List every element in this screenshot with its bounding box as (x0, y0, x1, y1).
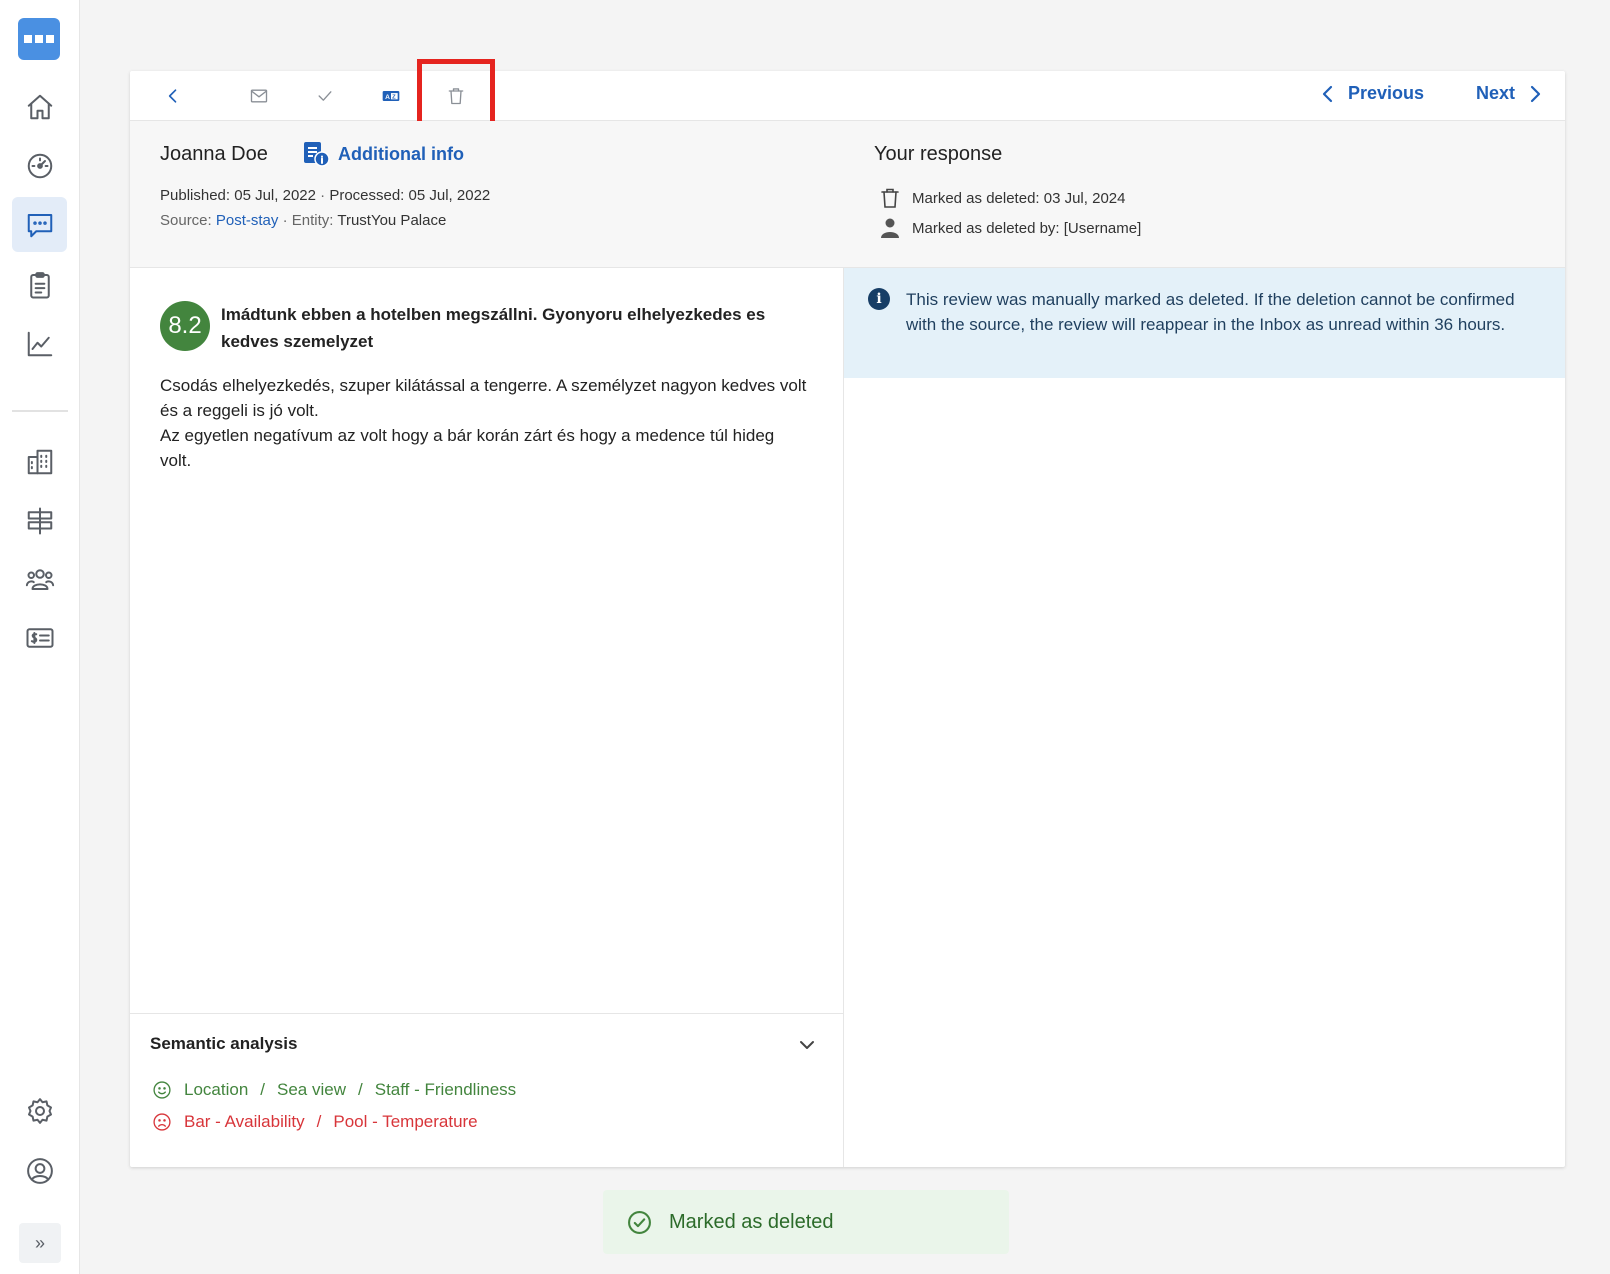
processed-date: 05 Jul, 2022 (408, 187, 491, 204)
chevron-down-icon[interactable] (798, 1036, 816, 1054)
review-toolbar: AZ Previous Next (130, 59, 1565, 133)
mail-icon[interactable] (244, 81, 274, 111)
sidebar: » (0, 0, 80, 1274)
trash-icon (881, 188, 899, 208)
review-title: Imádtunk ebben a hotelben megszállni. Gy… (221, 305, 766, 351)
check-circle-icon (628, 1211, 651, 1234)
response-header: Your response Marked as deleted: 03 Jul,… (844, 121, 1565, 268)
review-body-paragraph: Az egyetlen negatívum az volt hogy a bár… (160, 426, 775, 470)
smiley-happy-icon (153, 1081, 171, 1099)
deletion-info-text: This review was manually marked as delet… (906, 290, 1515, 334)
review-body: Csodás elhelyezkedés, szuper kilátással … (160, 373, 810, 473)
topic-tag[interactable]: Pool - Temperature (333, 1112, 477, 1132)
signpost-icon[interactable] (12, 493, 67, 548)
topic-separator: / (316, 1112, 322, 1131)
published-label: Published: (160, 187, 231, 204)
response-title: Your response (874, 143, 1003, 165)
published-date: 05 Jul, 2022 (234, 187, 316, 204)
double-chevron-right-icon: » (34, 1232, 45, 1253)
deleted-by-text: Marked as deleted by: [Username] (912, 219, 1142, 237)
reviews-chat-icon[interactable] (12, 197, 67, 252)
svg-text:A: A (385, 94, 390, 101)
previous-button[interactable]: Previous (1320, 83, 1424, 104)
review-pane: Joanna Doe Additional info Published: 05… (130, 121, 844, 1167)
negative-topics: Bar - Availability / Pool - Temperature (152, 1112, 478, 1132)
app-logo[interactable] (18, 18, 60, 60)
analytics-chart-icon[interactable] (12, 316, 67, 371)
sidebar-divider (12, 410, 68, 412)
next-button[interactable]: Next (1476, 83, 1543, 104)
smiley-sad-icon (153, 1113, 171, 1131)
semantic-analysis-panel: Semantic analysis Location / Sea view / … (130, 1013, 844, 1167)
billing-icon[interactable] (12, 610, 67, 665)
processed-label: Processed: (329, 187, 405, 204)
deleted-by-line: Marked as deleted by: [Username] (880, 217, 1141, 239)
review-dates: Published: 05 Jul, 2022 · Processed: 05 … (160, 187, 491, 204)
user-icon (881, 218, 899, 238)
topic-tag[interactable]: Bar - Availability (184, 1112, 305, 1132)
deletion-info-banner: i This review was manually marked as del… (844, 268, 1565, 378)
source-link[interactable]: Post-stay (216, 212, 279, 229)
success-toast: Marked as deleted (603, 1190, 1009, 1254)
additional-info-label: Additional info (338, 143, 464, 164)
source-label: Source: (160, 212, 212, 229)
chevron-left-icon (1322, 85, 1333, 102)
dashboard-icon[interactable] (12, 138, 67, 193)
topic-tag[interactable]: Sea view (277, 1080, 346, 1100)
review-source: Source: Post-stay · Entity: TrustYou Pal… (160, 212, 447, 229)
back-chevron-icon[interactable] (158, 81, 188, 111)
chevron-right-icon (1530, 85, 1541, 102)
review-detail-card: AZ Previous Next Joanna Doe Additional i… (130, 59, 1565, 1167)
review-body-paragraph: Csodás elhelyezkedés, szuper kilátással … (160, 376, 807, 420)
deleted-date-text: Marked as deleted: 03 Jul, 2024 (912, 189, 1126, 207)
positive-topics: Location / Sea view / Staff - Friendline… (152, 1080, 516, 1100)
topic-tag[interactable]: Staff - Friendliness (375, 1080, 516, 1100)
semantic-analysis-title: Semantic analysis (150, 1034, 298, 1053)
team-icon[interactable] (12, 551, 67, 606)
topic-separator: / (358, 1080, 363, 1099)
info-icon: i (868, 288, 890, 310)
topic-tag[interactable]: Location (184, 1080, 248, 1100)
entity-value: TrustYou Palace (337, 212, 447, 229)
buildings-icon[interactable] (12, 434, 67, 489)
additional-info-button[interactable]: Additional info (302, 141, 464, 167)
svg-text:Z: Z (392, 95, 396, 101)
topic-separator: / (260, 1080, 266, 1099)
document-info-icon (304, 142, 330, 167)
review-score-badge: 8.2 (160, 301, 210, 351)
settings-gear-icon[interactable] (12, 1083, 67, 1138)
clipboard-icon[interactable] (12, 257, 67, 312)
expand-sidebar-button[interactable]: » (19, 1223, 61, 1263)
review-header: Joanna Doe Additional info Published: 05… (130, 121, 844, 268)
previous-label: Previous (1348, 83, 1425, 103)
response-pane: Your response Marked as deleted: 03 Jul,… (844, 121, 1565, 1167)
entity-label: Entity: (291, 212, 334, 229)
next-label: Next (1476, 83, 1516, 103)
toast-message: Marked as deleted (669, 1211, 834, 1233)
review-author: Joanna Doe (160, 143, 268, 165)
check-icon[interactable] (310, 81, 340, 111)
translate-icon[interactable]: AZ (376, 81, 406, 111)
home-icon[interactable] (12, 79, 67, 134)
deleted-date-line: Marked as deleted: 03 Jul, 2024 (880, 187, 1125, 209)
account-icon[interactable] (12, 1143, 67, 1198)
